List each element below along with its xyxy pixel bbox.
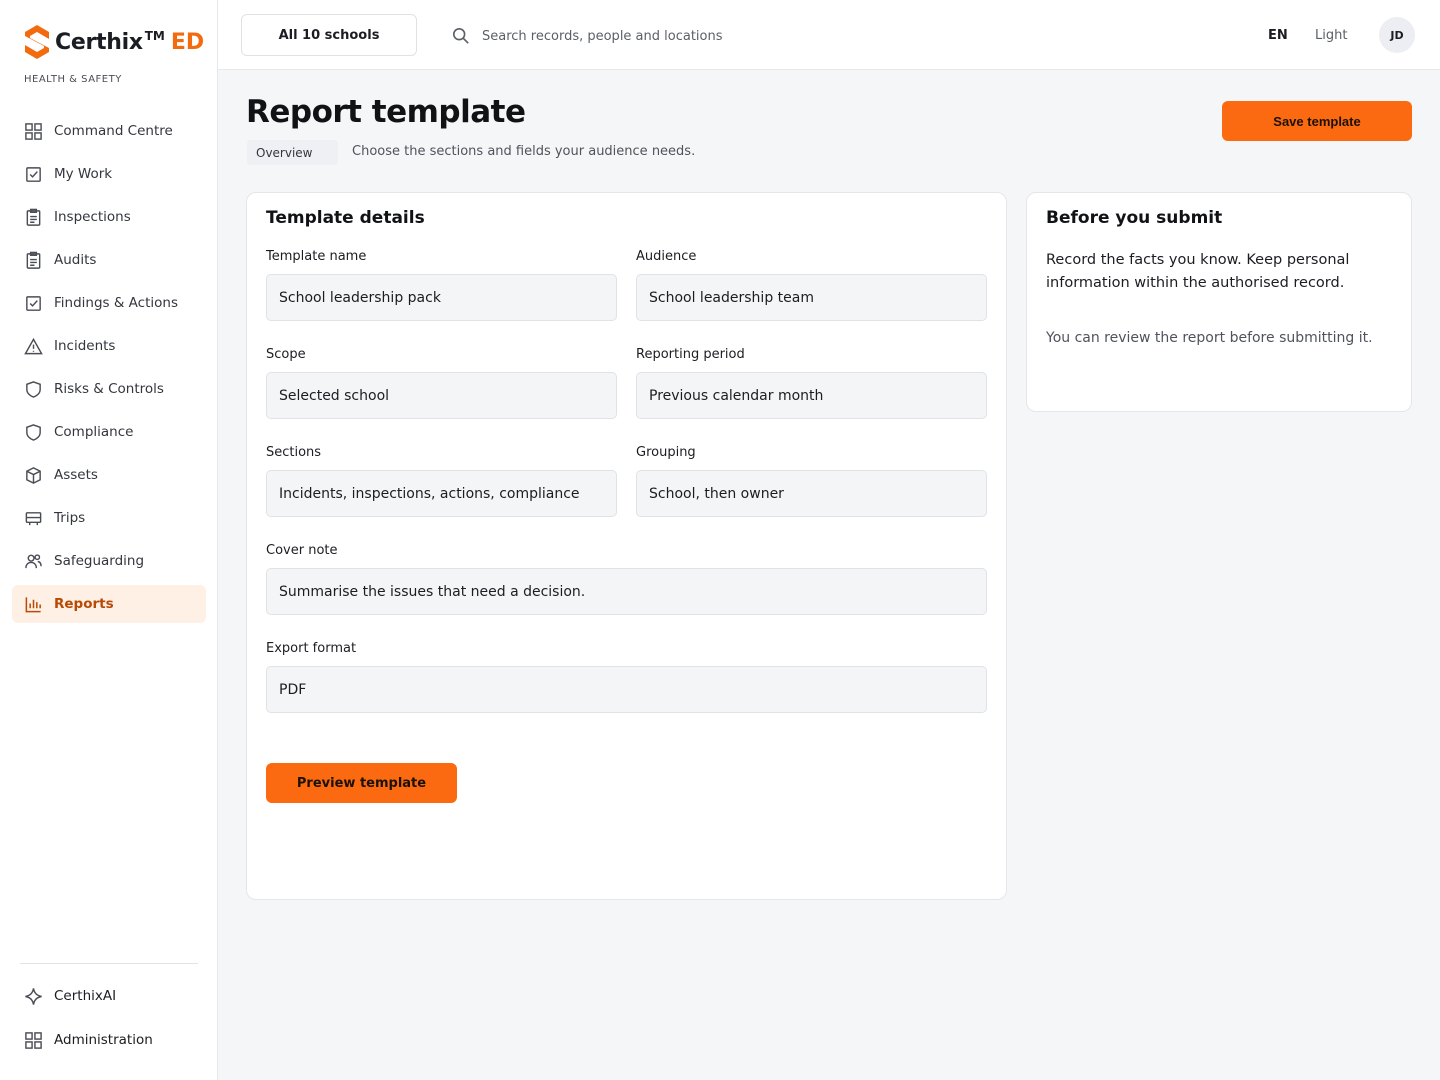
people-icon — [25, 553, 42, 568]
card-title: Template details — [266, 208, 425, 228]
sidebar-item-label: CerthixAI — [54, 988, 117, 1004]
preview-template-button[interactable]: Preview template — [266, 763, 457, 803]
page-title: Report template — [246, 94, 526, 130]
clipboard-icon — [26, 208, 41, 226]
cover-note-label: Cover note — [266, 543, 338, 558]
grouping-field[interactable]: School, then owner — [636, 470, 987, 517]
clipboard-icon — [26, 251, 41, 269]
sidebar-item-inspections[interactable]: Inspections — [12, 198, 206, 236]
template-details-card: Template details Template name School le… — [246, 192, 1007, 900]
brand-logo[interactable]: Certhix TM ED — [24, 24, 204, 60]
bus-icon — [25, 511, 42, 525]
bar-chart-icon — [25, 596, 41, 612]
top-bar: All 10 schools EN Light JD — [218, 0, 1440, 70]
sidebar-item-label: Incidents — [54, 338, 116, 354]
sidebar-item-label: Inspections — [54, 209, 131, 225]
scope-field[interactable]: Selected school — [266, 372, 617, 419]
sidebar-item-findings-actions[interactable]: Findings & Actions — [12, 284, 206, 322]
submit-guidance-text: Record the facts you know. Keep personal… — [1046, 252, 1350, 291]
card-title: Before you submit — [1046, 208, 1223, 228]
sidebar-item-label: My Work — [54, 166, 113, 182]
sidebar-item-certhixai[interactable]: CerthixAI — [12, 977, 206, 1015]
grouping-label: Grouping — [636, 445, 696, 460]
sparkle-icon — [25, 987, 42, 1005]
sidebar-item-label: Audits — [54, 252, 97, 268]
sidebar-item-label: Compliance — [54, 424, 134, 440]
page-subtitle: Choose the sections and fields your audi… — [352, 144, 696, 159]
brand-trademark: TM — [144, 29, 165, 43]
sidebar-item-label: Administration — [54, 1032, 153, 1048]
school-selector[interactable]: All 10 schools — [241, 14, 417, 56]
brand-name: Certhix — [55, 29, 143, 55]
brand-subtitle: HEALTH & SAFETY — [24, 74, 122, 85]
language-toggle[interactable]: EN — [1268, 28, 1288, 43]
avatar[interactable]: JD — [1379, 17, 1415, 53]
sidebar-item-assets[interactable]: Assets — [12, 456, 206, 494]
cover-note-field[interactable]: Summarise the issues that need a decisio… — [266, 568, 987, 615]
export-format-field[interactable]: PDF — [266, 666, 987, 713]
sidebar-item-command-centre[interactable]: Command Centre — [12, 112, 206, 150]
submit-note: You can review the report before submitt… — [1046, 330, 1373, 346]
sidebar-item-compliance[interactable]: Compliance — [12, 413, 206, 451]
scope-label: Scope — [266, 347, 306, 362]
checkbox-icon — [26, 166, 41, 182]
sidebar-nav: Command Centre My Work Inspections Audit… — [12, 112, 206, 628]
grid-icon — [25, 122, 42, 140]
sidebar-item-safeguarding[interactable]: Safeguarding — [12, 542, 206, 580]
search-input[interactable] — [482, 22, 1002, 50]
theme-toggle[interactable]: Light — [1315, 28, 1347, 43]
audience-field[interactable]: School leadership team — [636, 274, 987, 321]
sidebar-item-label: Risks & Controls — [54, 381, 164, 397]
sections-field[interactable]: Incidents, inspections, actions, complia… — [266, 470, 617, 517]
tab-overview[interactable]: Overview — [247, 140, 338, 165]
sidebar-item-my-work[interactable]: My Work — [12, 155, 206, 193]
sidebar-item-risks-controls[interactable]: Risks & Controls — [12, 370, 206, 408]
sidebar-item-label: Assets — [54, 467, 98, 483]
before-you-submit-card: Before you submit Record the facts you k… — [1026, 192, 1412, 412]
brand-suffix: ED — [170, 29, 205, 55]
grid-icon — [25, 1031, 42, 1049]
sidebar-item-label: Trips — [54, 510, 86, 526]
sidebar-item-administration[interactable]: Administration — [12, 1021, 206, 1059]
sidebar-item-label: Safeguarding — [54, 553, 145, 569]
sidebar-item-audits[interactable]: Audits — [12, 241, 206, 279]
template-name-label: Template name — [266, 249, 367, 264]
template-name-field[interactable]: School leadership pack — [266, 274, 617, 321]
save-template-button[interactable]: Save template — [1222, 101, 1412, 141]
sections-label: Sections — [266, 445, 322, 460]
certhix-logo-icon — [25, 25, 49, 59]
sidebar-item-label: Command Centre — [54, 123, 173, 139]
checkbox-icon — [26, 295, 41, 311]
reporting-period-label: Reporting period — [636, 347, 745, 362]
audience-label: Audience — [636, 249, 697, 264]
warning-triangle-icon — [24, 337, 43, 354]
sidebar: Certhix TM ED HEALTH & SAFETY Command Ce… — [0, 0, 218, 1080]
reporting-period-field[interactable]: Previous calendar month — [636, 372, 987, 419]
export-format-label: Export format — [266, 641, 357, 656]
search-icon — [452, 27, 469, 44]
shield-icon — [26, 423, 41, 441]
sidebar-item-trips[interactable]: Trips — [12, 499, 206, 537]
cube-icon — [26, 466, 41, 484]
sidebar-bottom-nav: CerthixAI Administration — [12, 977, 206, 1065]
shield-icon — [26, 380, 41, 398]
sidebar-item-label: Reports — [54, 596, 114, 612]
sidebar-item-label: Findings & Actions — [54, 295, 178, 311]
sidebar-divider — [20, 963, 198, 964]
sidebar-item-incidents[interactable]: Incidents — [12, 327, 206, 365]
sidebar-item-reports[interactable]: Reports — [12, 585, 206, 623]
